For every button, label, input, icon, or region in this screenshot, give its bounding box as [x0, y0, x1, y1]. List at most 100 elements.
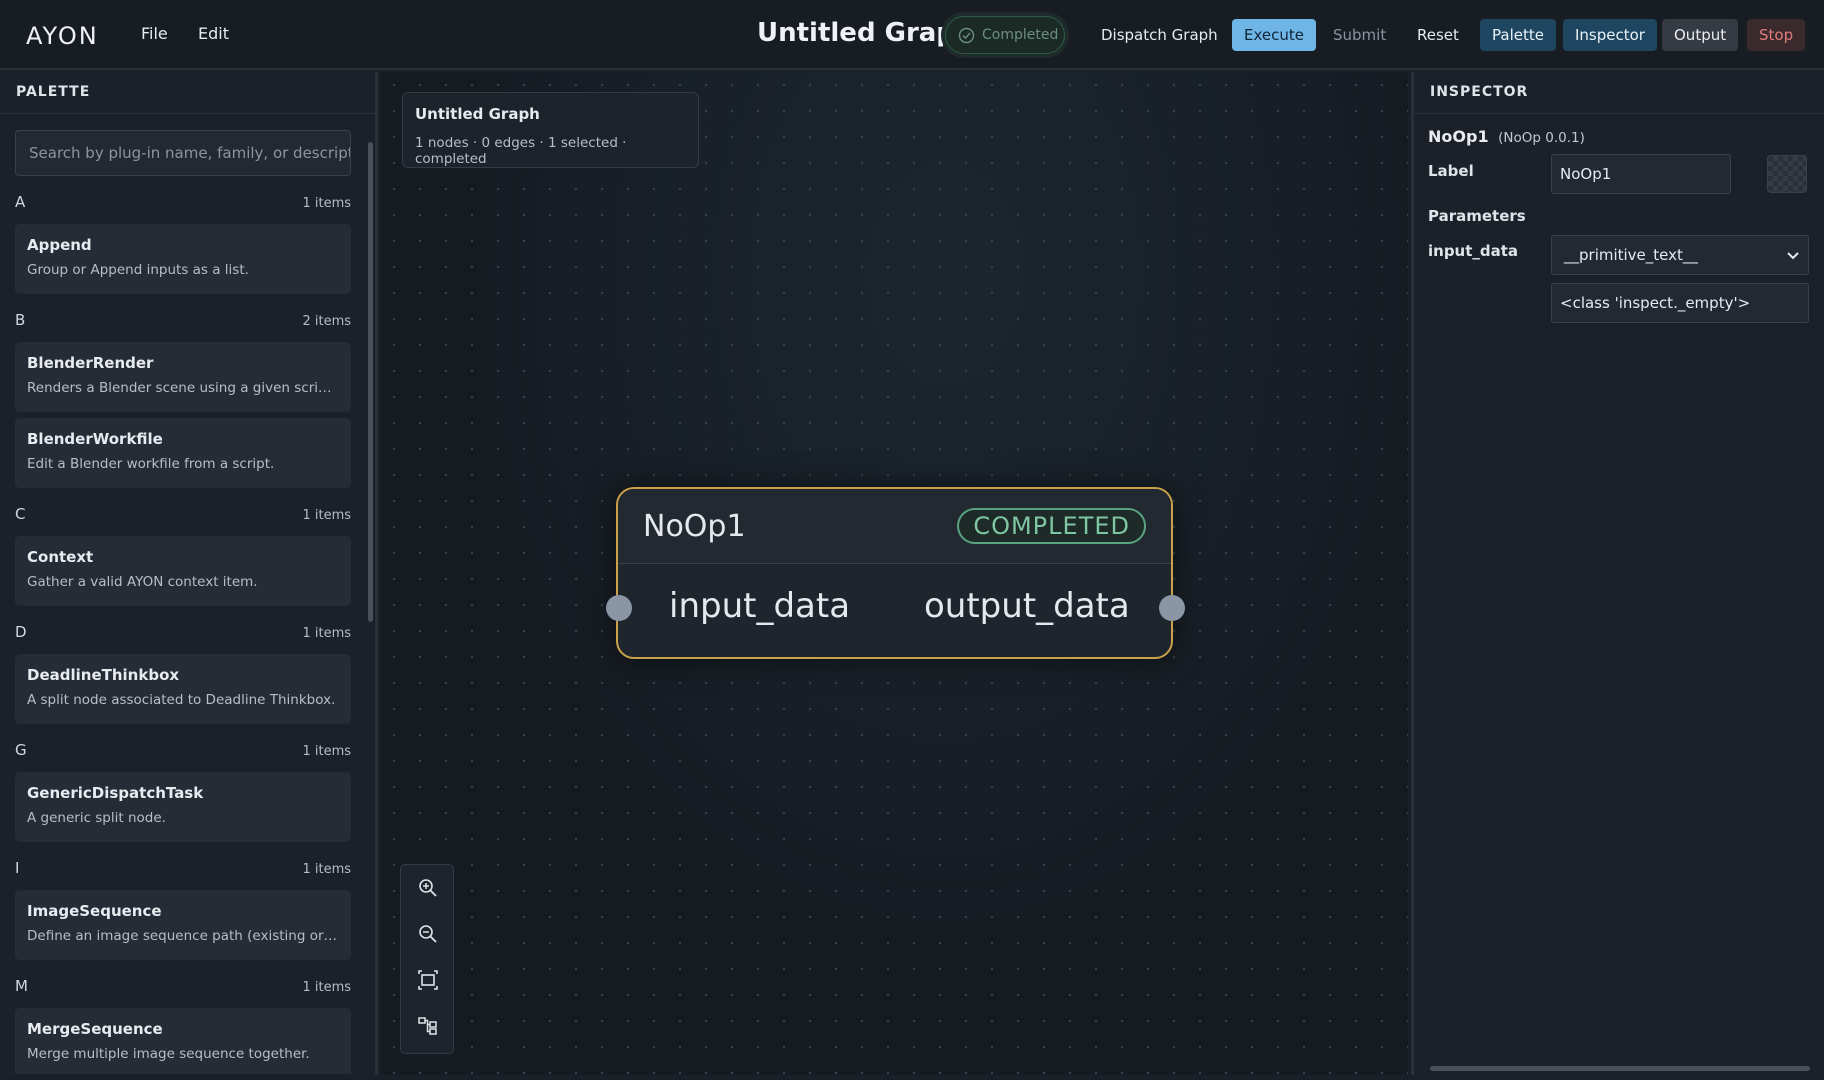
graph-canvas[interactable]: Untitled Graph 1 nodes · 0 edges · 1 sel…: [381, 72, 1408, 1075]
palette-item-mergesequence[interactable]: MergeSequence Merge multiple image seque…: [15, 1008, 351, 1074]
palette-item-desc: Renders a Blender scene using a given sc…: [27, 380, 339, 396]
graph-node-noop1[interactable]: NoOp1 COMPLETED input_data output_data: [606, 487, 1185, 659]
palette-item-desc: Merge multiple image sequence together.: [27, 1046, 310, 1062]
inspector-scrollbar-thumb[interactable]: [1430, 1066, 1810, 1071]
group-count: 1 items: [302, 744, 351, 759]
group-letter: A: [15, 193, 26, 211]
node-body: input_data output_data: [606, 564, 1185, 656]
palette-group-c: C 1 items: [15, 496, 351, 523]
zoom-in-icon: [419, 879, 437, 897]
group-letter: D: [15, 623, 27, 641]
fit-view-icon: [418, 970, 438, 990]
param-type-select[interactable]: __primitive_text__: [1551, 235, 1809, 275]
graph-info-summary: 1 nodes · 0 edges · 1 selected · complet…: [415, 135, 627, 167]
palette-item-name: Append: [27, 236, 92, 254]
palette-scrollbar[interactable]: [367, 122, 374, 1067]
graph-info-panel: Untitled Graph 1 nodes · 0 edges · 1 sel…: [402, 92, 699, 168]
node-title: NoOp1: [643, 508, 746, 544]
graph-status-badge: Completed: [945, 16, 1065, 54]
zoom-out-button[interactable]: [401, 911, 455, 957]
palette-item-desc: Group or Append inputs as a list.: [27, 262, 249, 278]
chevron-down-icon: [1787, 252, 1799, 260]
label-field-label: Label: [1428, 162, 1474, 180]
palette-group-m: M 1 items: [15, 968, 351, 995]
output-toggle-button[interactable]: Output: [1662, 19, 1739, 51]
palette-toggle-button[interactable]: Palette: [1480, 19, 1556, 51]
inspector-panel: INSPECTOR NoOp1 (NoOp 0.0.1) Label NoOp1…: [1411, 72, 1824, 1075]
palette-item-blenderrender[interactable]: BlenderRender Renders a Blender scene us…: [15, 342, 351, 412]
palette-group-a: A 1 items: [15, 184, 351, 211]
group-letter: B: [15, 311, 26, 329]
palette-item-genericdispatchtask[interactable]: GenericDispatchTask A generic split node…: [15, 772, 351, 842]
logo-text: AYON: [26, 22, 99, 50]
palette-item-desc: A generic split node.: [27, 810, 166, 826]
group-letter: M: [15, 977, 28, 995]
palette-item-desc: A split node associated to Deadline Thin…: [27, 692, 336, 708]
palette-item-deadlinethinkbox[interactable]: DeadlineThinkbox A split node associated…: [15, 654, 351, 724]
group-count: 1 items: [302, 862, 351, 877]
palette-scrollbar-thumb[interactable]: [368, 142, 373, 622]
ayon-logo[interactable]: AYON: [26, 20, 112, 50]
reset-button[interactable]: Reset: [1405, 19, 1471, 51]
param-name-label: input_data: [1428, 242, 1519, 260]
input-port-label: input_data: [669, 586, 851, 626]
palette-search-input[interactable]: Search by plug-in name, family, or descr…: [15, 130, 351, 176]
inspector-header: INSPECTOR: [1414, 72, 1824, 114]
auto-layout-icon: [418, 1017, 437, 1035]
fit-view-button[interactable]: [401, 957, 455, 1003]
output-port-label: output_data: [924, 586, 1130, 626]
execute-button[interactable]: Execute: [1232, 19, 1316, 51]
dispatch-graph-button[interactable]: Dispatch Graph: [1089, 19, 1230, 51]
graph-status-text: Completed: [982, 27, 1059, 43]
inspector-node-title: NoOp1 (NoOp 0.0.1): [1428, 127, 1585, 146]
palette-group-g: G 1 items: [15, 732, 351, 759]
node-header[interactable]: NoOp1 COMPLETED: [618, 489, 1171, 564]
palette-item-name: BlenderWorkfile: [27, 430, 163, 448]
parameters-heading: Parameters: [1428, 207, 1526, 225]
check-circle-icon: [958, 27, 975, 43]
label-input[interactable]: NoOp1: [1551, 154, 1731, 194]
stop-button[interactable]: Stop: [1747, 19, 1806, 51]
palette-item-blenderworkfile[interactable]: BlenderWorkfile Edit a Blender workfile …: [15, 418, 351, 488]
group-count: 2 items: [302, 314, 351, 329]
palette-item-context[interactable]: Context Gather a valid AYON context item…: [15, 536, 351, 606]
palette-item-name: ImageSequence: [27, 902, 162, 920]
menu-file[interactable]: File: [141, 24, 168, 43]
auto-layout-button[interactable]: [401, 1003, 455, 1049]
group-letter: G: [15, 741, 27, 759]
graph-title: Untitled Graph: [757, 18, 974, 48]
palette-item-imagesequence[interactable]: ImageSequence Define an image sequence p…: [15, 890, 351, 960]
node-status-badge: COMPLETED: [957, 508, 1146, 544]
inspector-scrollbar[interactable]: [1422, 1065, 1822, 1072]
submit-button[interactable]: Submit: [1321, 19, 1398, 51]
group-count: 1 items: [302, 626, 351, 641]
node-color-swatch[interactable]: [1767, 155, 1807, 193]
inspector-toggle-button[interactable]: Inspector: [1563, 19, 1657, 51]
top-bar: AYON File Edit Untitled Graph Completed …: [0, 0, 1824, 70]
palette-item-name: MergeSequence: [27, 1020, 163, 1038]
zoom-out-icon: [419, 925, 437, 943]
palette-group-b: B 2 items: [15, 302, 351, 329]
palette-item-name: BlenderRender: [27, 354, 154, 372]
palette-item-name: DeadlineThinkbox: [27, 666, 180, 684]
palette-item-desc: Define an image sequence path (existing …: [27, 928, 339, 944]
palette-item-desc: Edit a Blender workfile from a script.: [27, 456, 275, 472]
palette-header: PALETTE: [0, 72, 375, 114]
input-port[interactable]: [606, 595, 632, 621]
param-type-value: __primitive_text__: [1564, 246, 1698, 264]
palette-group-i: I 1 items: [15, 850, 351, 877]
palette-item-append[interactable]: Append Group or Append inputs as a list.: [15, 224, 351, 294]
palette-list: A 1 items Append Group or Append inputs …: [15, 184, 351, 1074]
inspector-node-name: NoOp1: [1428, 127, 1489, 146]
palette-group-d: D 1 items: [15, 614, 351, 641]
param-value-input[interactable]: <class 'inspect._empty'>: [1551, 283, 1809, 323]
group-letter: I: [15, 859, 20, 877]
group-count: 1 items: [302, 508, 351, 523]
zoom-in-button[interactable]: [401, 865, 455, 911]
group-count: 1 items: [302, 196, 351, 211]
menu-edit[interactable]: Edit: [198, 24, 229, 43]
group-count: 1 items: [302, 980, 351, 995]
palette-item-desc: Gather a valid AYON context item.: [27, 574, 258, 590]
output-port[interactable]: [1159, 595, 1185, 621]
palette-panel: PALETTE Search by plug-in name, family, …: [0, 72, 378, 1075]
